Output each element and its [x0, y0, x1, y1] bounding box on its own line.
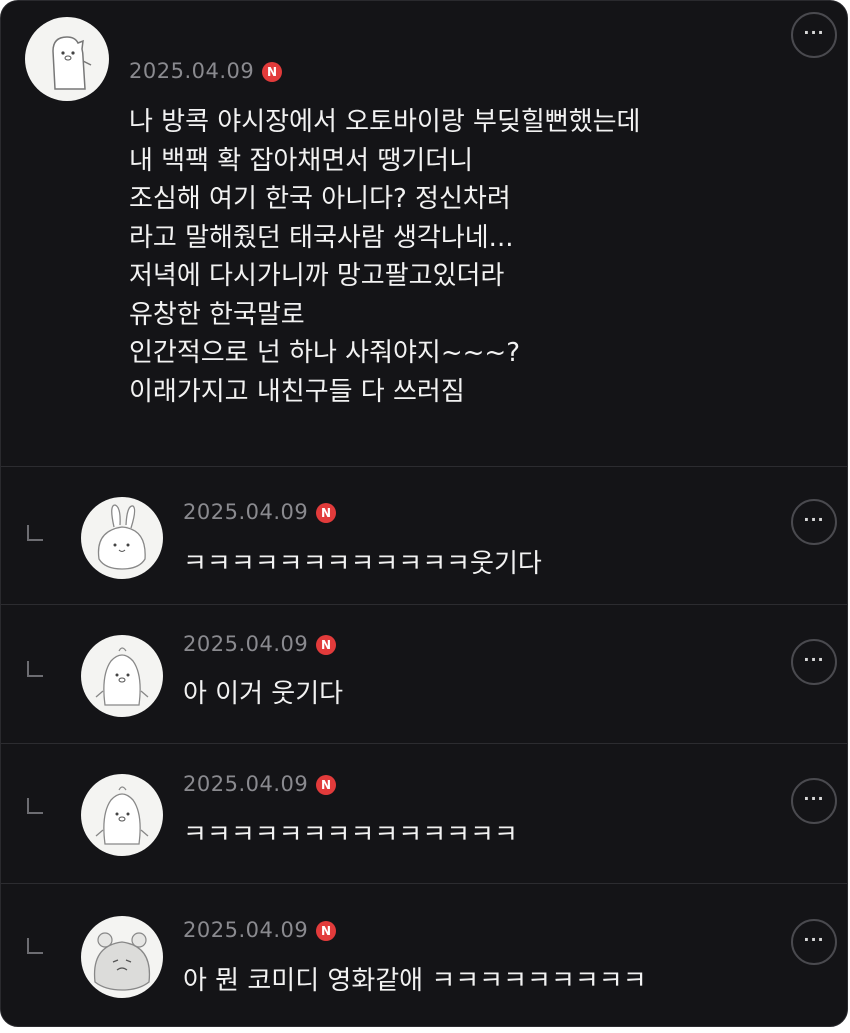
reply-comment: 2025.04.09 N ··· ㅋㅋㅋㅋㅋㅋㅋㅋㅋㅋㅋㅋ웃기다 [1, 467, 847, 604]
hamster-avatar-icon[interactable] [81, 916, 163, 998]
new-badge: N [316, 635, 337, 655]
new-badge: N [316, 775, 337, 795]
comment-date: 2025.04.09 N [183, 632, 337, 656]
reply-indent-icon [27, 938, 43, 954]
reply-comment: 2025.04.09 N ··· 아 이거 웃기다 [1, 605, 847, 743]
reply-indent-icon [27, 661, 43, 677]
more-options-button[interactable]: ··· [791, 639, 837, 685]
more-options-button[interactable]: ··· [791, 919, 837, 965]
penguin-avatar-icon[interactable] [81, 774, 163, 856]
comment-text: ㅋㅋㅋㅋㅋㅋㅋㅋㅋㅋㅋㅋ웃기다 [183, 549, 542, 579]
date-text: 2025.04.09 [183, 772, 309, 796]
more-options-button[interactable]: ··· [791, 499, 837, 545]
comment-date: 2025.04.09 N [183, 772, 337, 796]
comment-text: ㅋㅋㅋㅋㅋㅋㅋㅋㅋㅋㅋㅋㅋㅋ [183, 820, 518, 850]
bear-avatar-icon[interactable] [25, 17, 109, 101]
new-badge: N [262, 62, 283, 82]
comment-text: 아 뭔 코미디 영화같애 ㅋㅋㅋㅋㅋㅋㅋㅋㅋ [183, 966, 647, 996]
reply-comment: 2025.04.09 N ··· ㅋㅋㅋㅋㅋㅋㅋㅋㅋㅋㅋㅋㅋㅋ [1, 744, 847, 883]
comment-date: 2025.04.09 N [183, 500, 337, 524]
comment-date: 2025.04.09 N [129, 59, 283, 83]
date-text: 2025.04.09 [129, 59, 255, 83]
main-comment: 2025.04.09 N ··· 나 방콕 야시장에서 오토바이랑 부딪힐뻔했는데… [1, 1, 847, 466]
comment-date: 2025.04.09 N [183, 918, 337, 942]
comment-text: 나 방콕 야시장에서 오토바이랑 부딪힐뻔했는데 내 백팩 확 잡아채면서 땡기… [129, 107, 641, 407]
comments-panel: 2025.04.09 N ··· 나 방콕 야시장에서 오토바이랑 부딪힐뻔했는데… [0, 0, 848, 1027]
penguin-avatar-icon[interactable] [81, 635, 163, 717]
date-text: 2025.04.09 [183, 632, 309, 656]
new-badge: N [316, 503, 337, 523]
reply-comment: 2025.04.09 N ··· 아 뭔 코미디 영화같애 ㅋㅋㅋㅋㅋㅋㅋㅋㅋ [1, 884, 847, 1024]
reply-indent-icon [27, 525, 43, 541]
more-options-button[interactable]: ··· [791, 12, 837, 58]
more-options-button[interactable]: ··· [791, 778, 837, 824]
rabbit-avatar-icon[interactable] [81, 497, 163, 579]
date-text: 2025.04.09 [183, 918, 309, 942]
date-text: 2025.04.09 [183, 500, 309, 524]
reply-indent-icon [27, 798, 43, 814]
comment-text: 아 이거 웃기다 [183, 679, 344, 709]
new-badge: N [316, 921, 337, 941]
